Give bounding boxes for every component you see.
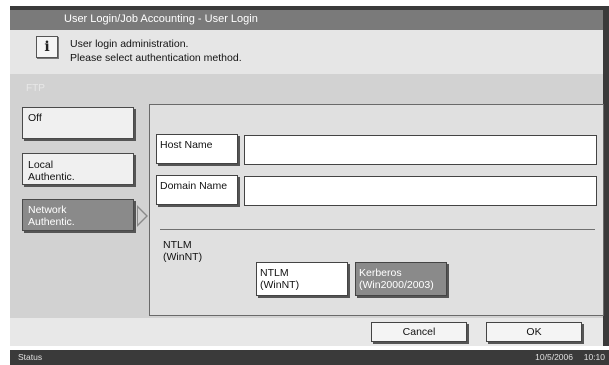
status-label[interactable]: Status: [18, 352, 42, 362]
message-line-2: Please select authentication method.: [70, 52, 242, 64]
section-label: FTP: [26, 83, 45, 94]
window-title: User Login/Job Accounting - User Login: [64, 13, 258, 25]
selection-pointer-inner: [138, 208, 146, 224]
cancel-button[interactable]: Cancel: [371, 322, 467, 342]
status-time: 10:10: [583, 352, 605, 362]
ntlm-option-button[interactable]: NTLM (WinNT): [256, 262, 348, 296]
host-name-field[interactable]: [244, 135, 597, 165]
message-line-1: User login administration.: [70, 38, 189, 50]
status-date: 10/5/2006: [535, 352, 573, 362]
ok-button[interactable]: OK: [486, 322, 582, 342]
title-bar: User Login/Job Accounting - User Login: [10, 10, 609, 30]
domain-name-field[interactable]: [244, 176, 597, 206]
network-authentic-button[interactable]: Network Authentic.: [22, 199, 134, 231]
host-name-button[interactable]: Host Name: [156, 134, 238, 164]
panel-divider: [160, 229, 595, 230]
info-icon: i: [36, 36, 58, 58]
local-authentic-button[interactable]: Local Authentic.: [22, 153, 134, 185]
status-bar: Status 10/5/2006 10:10: [10, 350, 609, 365]
message-bar: i User login administration. Please sele…: [10, 30, 609, 74]
off-button[interactable]: Off: [22, 107, 134, 139]
domain-name-button[interactable]: Domain Name: [156, 175, 238, 205]
kerberos-option-button[interactable]: Kerberos (Win2000/2003): [355, 262, 447, 296]
screen: User Login/Job Accounting - User Login i…: [0, 0, 609, 365]
server-type-current: NTLM (WinNT): [163, 239, 203, 263]
